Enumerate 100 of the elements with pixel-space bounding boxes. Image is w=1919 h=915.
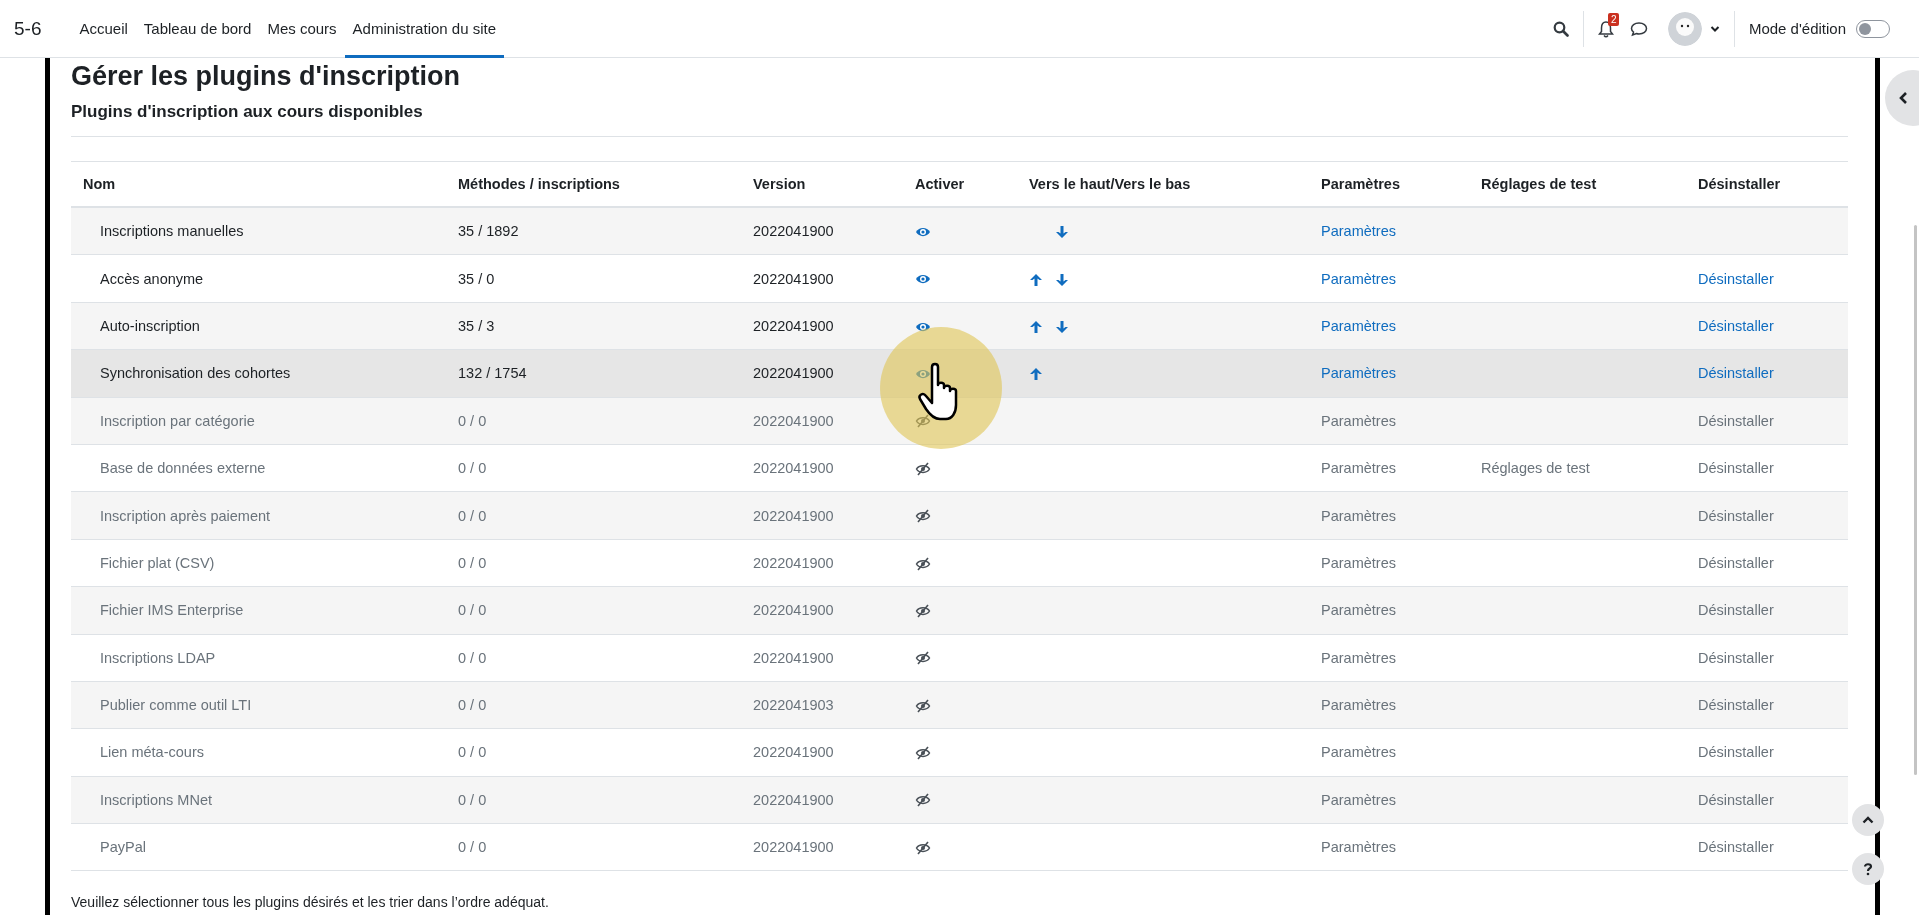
method-count: 0 / 0 — [458, 554, 487, 571]
eye-slash-icon[interactable] — [915, 460, 931, 477]
arrow-up-icon[interactable] — [1029, 320, 1043, 335]
uninstall-link[interactable]: Désinstaller — [1698, 554, 1774, 571]
eye-slash-icon[interactable] — [915, 602, 931, 619]
settings-link[interactable]: Paramètres — [1321, 697, 1396, 714]
nav-item[interactable]: Mes cours — [259, 0, 345, 58]
plugin-name: Auto-inscription — [100, 317, 200, 334]
uninstall-link[interactable]: Désinstaller — [1698, 791, 1774, 808]
arrow-up-icon[interactable] — [1029, 367, 1043, 382]
eye-slash-icon[interactable] — [915, 555, 931, 572]
plugin-name: PayPal — [100, 839, 146, 856]
uninstall-link[interactable]: Désinstaller — [1698, 270, 1774, 287]
version-number: 2022041900 — [753, 602, 834, 619]
plugin-name: Inscriptions MNet — [100, 791, 212, 808]
arrow-down-icon[interactable] — [1055, 320, 1069, 335]
uninstall-link[interactable]: Désinstaller — [1698, 839, 1774, 856]
version-number: 2022041900 — [753, 507, 834, 524]
version-number: 2022041900 — [753, 744, 834, 761]
edit-mode-switch[interactable] — [1856, 19, 1890, 38]
plugin-name: Lien méta-cours — [100, 744, 204, 761]
plugin-name: Base de données externe — [100, 460, 266, 477]
plugin-name: Inscriptions manuelles — [100, 223, 244, 240]
eye-slash-icon[interactable] — [915, 650, 931, 667]
arrow-down-icon[interactable] — [1055, 225, 1069, 240]
method-count: 132 / 1754 — [458, 365, 527, 382]
settings-link[interactable]: Paramètres — [1321, 649, 1396, 666]
uninstall-link[interactable]: Désinstaller — [1698, 602, 1774, 619]
question-mark-icon — [1863, 862, 1873, 876]
method-count: 0 / 0 — [458, 791, 487, 808]
page-title: Gérer les plugins d'inscription — [71, 60, 461, 92]
uninstall-link[interactable]: Désinstaller — [1698, 317, 1774, 334]
plugin-name: Synchronisation des cohortes — [100, 365, 291, 382]
method-count: 0 / 0 — [458, 460, 487, 477]
version-number: 2022041900 — [753, 412, 834, 429]
eye-slash-icon[interactable] — [915, 413, 931, 430]
nav-item[interactable]: Administration du site — [344, 0, 504, 58]
back-to-top-button[interactable] — [1852, 804, 1884, 836]
uninstall-link[interactable]: Désinstaller — [1698, 507, 1774, 524]
settings-link[interactable]: Paramètres — [1321, 317, 1396, 334]
plugin-name: Inscription après paiement — [100, 507, 271, 524]
nav-item[interactable]: Tableau de bord — [135, 0, 260, 58]
notification-badge: 2 — [1607, 12, 1620, 26]
scrollbar[interactable] — [1914, 225, 1917, 775]
settings-link[interactable]: Paramètres — [1321, 744, 1396, 761]
method-count: 0 / 0 — [458, 649, 487, 666]
method-count: 0 / 0 — [458, 412, 487, 429]
settings-link[interactable]: Paramètres — [1321, 554, 1396, 571]
uninstall-link[interactable]: Désinstaller — [1698, 744, 1774, 761]
version-number: 2022041900 — [753, 839, 834, 856]
settings-link[interactable]: Paramètres — [1321, 412, 1396, 429]
site-name[interactable]: 5-6 — [14, 17, 42, 40]
eye-slash-icon[interactable] — [915, 792, 931, 809]
nav-item[interactable]: Accueil — [71, 0, 136, 58]
settings-link[interactable]: Paramètres — [1321, 365, 1396, 382]
arrow-down-icon[interactable] — [1055, 272, 1069, 287]
chat-bubble-icon[interactable] — [1629, 20, 1648, 37]
chevron-left-icon — [1898, 91, 1908, 105]
uninstall-link[interactable]: Désinstaller — [1698, 460, 1774, 477]
version-number: 2022041900 — [753, 460, 834, 477]
uninstall-link[interactable]: Désinstaller — [1698, 412, 1774, 429]
settings-link[interactable]: Paramètres — [1321, 791, 1396, 808]
uninstall-link[interactable]: Désinstaller — [1698, 697, 1774, 714]
method-count: 35 / 3 — [458, 317, 495, 334]
eye-slash-icon[interactable] — [915, 697, 931, 714]
section-title: Plugins d'inscription aux cours disponibles — [71, 100, 1848, 137]
uninstall-link[interactable]: Désinstaller — [1698, 649, 1774, 666]
method-count: 35 / 1892 — [458, 223, 519, 240]
eye-slash-icon[interactable] — [915, 745, 931, 762]
chevron-up-icon — [1862, 815, 1874, 825]
uninstall-link[interactable]: Désinstaller — [1698, 365, 1774, 382]
eye-slash-icon[interactable] — [915, 508, 931, 525]
help-button[interactable] — [1852, 853, 1884, 885]
method-count: 0 / 0 — [458, 602, 487, 619]
plugin-name: Inscription par catégorie — [100, 412, 255, 429]
version-number: 2022041900 — [753, 317, 834, 334]
arrow-up-icon[interactable] — [1029, 272, 1043, 287]
edit-mode-label: Mode d'édition — [1748, 20, 1846, 37]
method-count: 0 / 0 — [458, 507, 487, 524]
settings-link[interactable]: Paramètres — [1321, 223, 1396, 240]
search-icon[interactable] — [1552, 20, 1569, 37]
settings-link[interactable]: Paramètres — [1321, 270, 1396, 287]
method-count: 35 / 0 — [458, 270, 495, 287]
settings-link[interactable]: Paramètres — [1321, 839, 1396, 856]
version-number: 2022041900 — [753, 365, 834, 382]
settings-link[interactable]: Paramètres — [1321, 460, 1396, 477]
version-number: 2022041900 — [753, 223, 834, 240]
instruction-text: Veuillez sélectionner tous les plugins désirés et les trier dans l’ordre adéquat. — [71, 894, 549, 910]
method-count: 0 / 0 — [458, 839, 487, 856]
plugin-name: Fichier plat (CSV) — [100, 554, 215, 571]
settings-link[interactable]: Paramètres — [1321, 602, 1396, 619]
test-settings-link[interactable]: Réglages de test — [1481, 460, 1590, 477]
caret-icon[interactable] — [1709, 24, 1720, 33]
eye-slash-icon[interactable] — [915, 839, 931, 856]
plugin-name: Accès anonyme — [100, 270, 204, 287]
method-count: 0 / 0 — [458, 697, 487, 714]
plugin-name: Publier comme outil LTI — [100, 697, 252, 714]
plugin-name: Fichier IMS Enterprise — [100, 602, 244, 619]
settings-link[interactable]: Paramètres — [1321, 507, 1396, 524]
plugin-name: Inscriptions LDAP — [100, 649, 216, 666]
